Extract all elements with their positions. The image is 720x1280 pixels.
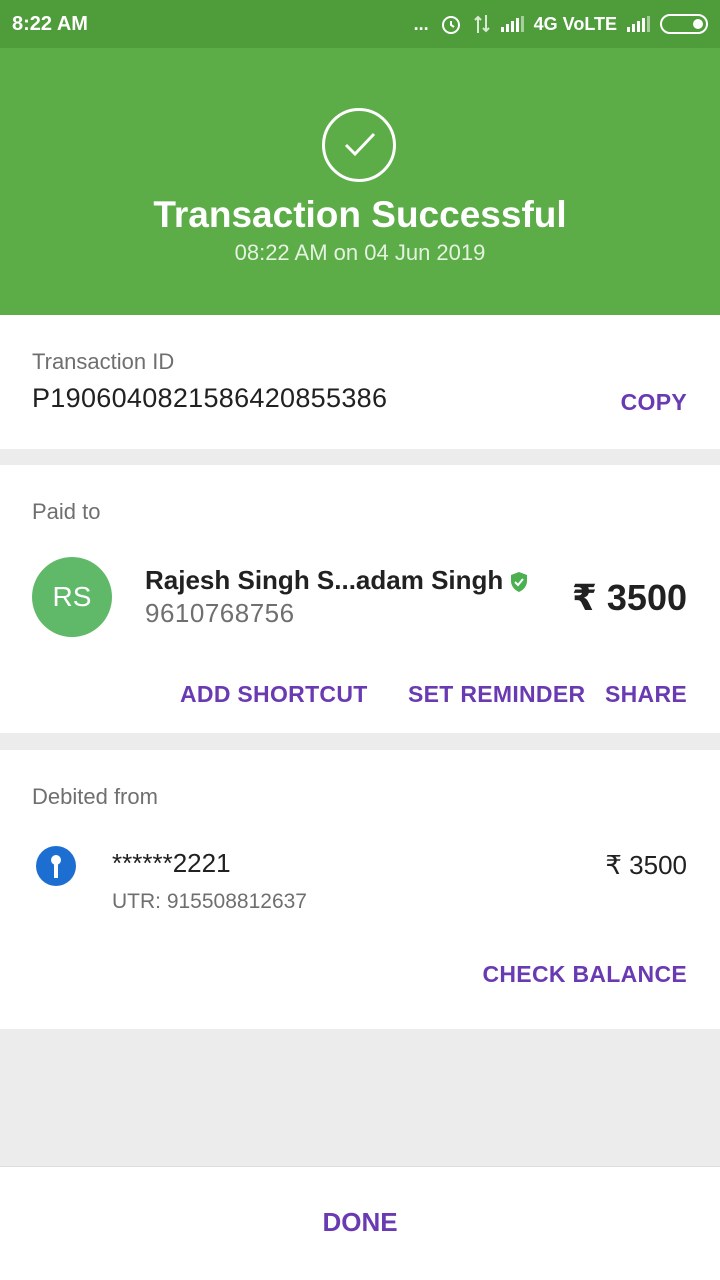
data-transfer-icon bbox=[473, 15, 490, 33]
payee-phone: 9610768756 bbox=[145, 598, 295, 628]
share-button[interactable]: SHARE bbox=[605, 681, 687, 708]
copy-button[interactable]: COPY bbox=[621, 389, 687, 416]
payee-name: Rajesh Singh S...adam Singh bbox=[145, 565, 504, 595]
transaction-datetime: 08:22 AM on 04 Jun 2019 bbox=[234, 240, 486, 265]
page-title: Transaction Successful bbox=[153, 194, 567, 235]
avatar: RS bbox=[32, 557, 112, 637]
network-type: 4G VoLTE bbox=[533, 13, 617, 34]
status-time: 8:22 AM bbox=[12, 12, 88, 35]
success-header: Transaction Successful 08:22 AM on 04 Ju… bbox=[0, 48, 720, 315]
utr-number: UTR: 915508812637 bbox=[112, 890, 307, 913]
verified-badge-icon bbox=[511, 572, 527, 592]
avatar-initials: RS bbox=[52, 581, 92, 612]
check-balance-button[interactable]: CHECK BALANCE bbox=[482, 961, 687, 988]
signal-icon-2 bbox=[627, 16, 650, 32]
check-circle-icon bbox=[322, 108, 396, 182]
done-button[interactable]: DONE bbox=[0, 1207, 720, 1238]
add-shortcut-button[interactable]: ADD SHORTCUT bbox=[180, 681, 368, 708]
transaction-id-card: Transaction ID P1906040821586420855386 C… bbox=[0, 315, 720, 449]
set-reminder-button[interactable]: SET REMINDER bbox=[408, 681, 585, 708]
paid-to-card: Paid to RS Rajesh Singh S...adam Singh 9… bbox=[0, 465, 720, 733]
transaction-id-label: Transaction ID bbox=[32, 349, 175, 374]
paid-to-label: Paid to bbox=[32, 499, 101, 524]
status-bar: 8:22 AM ... 4G VoLTE bbox=[0, 0, 720, 48]
status-icons: ... 4G VoLTE bbox=[414, 12, 708, 36]
battery-icon bbox=[660, 14, 708, 34]
paid-amount: ₹ 3500 bbox=[571, 577, 687, 618]
more-dots: ... bbox=[413, 13, 429, 34]
signal-icon bbox=[500, 16, 524, 32]
debited-from-card: Debited from ******2221 UTR: 91550881263… bbox=[0, 750, 720, 1029]
footer-bar: DONE bbox=[0, 1166, 720, 1280]
alarm-icon bbox=[441, 16, 460, 34]
debited-amount: ₹ 3500 bbox=[605, 850, 687, 880]
debited-from-label: Debited from bbox=[32, 784, 158, 809]
account-number: ******2221 bbox=[112, 848, 231, 878]
bank-logo-icon bbox=[36, 846, 76, 886]
transaction-id-value: P1906040821586420855386 bbox=[32, 383, 388, 413]
